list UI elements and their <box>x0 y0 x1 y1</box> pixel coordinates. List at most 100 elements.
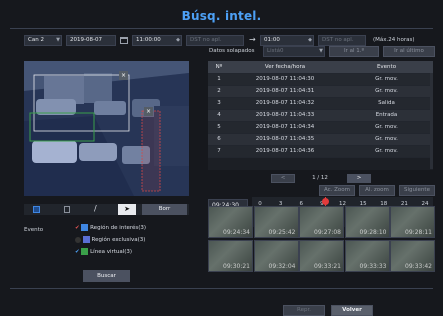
row-event: Entrada <box>340 109 433 122</box>
thumbnail[interactable]: 09:27:08 <box>299 206 344 238</box>
overlap-value: Listá0 <box>267 48 284 54</box>
spinner-icon: ◆ <box>308 37 312 43</box>
end-time-value: 01:00 <box>264 37 280 43</box>
goto-last-button[interactable]: Ir al último <box>383 46 435 57</box>
next-button[interactable]: Siguiente <box>399 185 435 196</box>
table-header-row: Nº Ver fecha/hora Evento <box>208 61 433 74</box>
title-divider <box>10 28 433 29</box>
page-indicator: 1 / 12 <box>312 175 328 181</box>
prev-page-button[interactable]: < <box>271 174 295 183</box>
results-table: Nº Ver fecha/hora Evento 1 2019-08-07 11:… <box>208 61 433 170</box>
row-number: 4 <box>208 109 230 122</box>
row-event: Gr. mov. <box>340 121 433 134</box>
col-datetime: Ver fecha/hora <box>230 61 340 74</box>
drawing-toolbar: / ➤ Borr <box>24 204 189 215</box>
zoom-out-button[interactable]: Al. zoom <box>359 185 395 196</box>
thumbnail[interactable]: 09:24:34 <box>208 206 253 238</box>
search-button[interactable]: Buscar <box>83 270 130 282</box>
thumbnail[interactable]: 09:28:10 <box>344 206 390 238</box>
play-button[interactable]: Repr. <box>283 305 325 316</box>
camera-select[interactable]: Can 2 ▼ <box>24 35 62 46</box>
thumbnail[interactable]: 09:28:11 <box>390 206 435 238</box>
thumbnail[interactable]: 09:33:21 <box>299 240 344 272</box>
event-list: ✔ Región de interés(3) Región exclusiva(… <box>75 224 146 260</box>
camera-preview[interactable]: × × <box>24 61 189 196</box>
row-datetime: 2019-08-07 11:04:30 <box>230 73 340 86</box>
row-event: Gr. mov. <box>340 73 433 86</box>
dst-end-field: DST no apl. <box>318 35 366 46</box>
row-number: 7 <box>208 145 230 158</box>
dst-start-field: DST no apl. <box>186 35 244 46</box>
thumbnail-time: 09:28:11 <box>405 229 432 236</box>
back-button[interactable]: Volver <box>331 305 373 316</box>
camera-scene <box>24 61 189 196</box>
thumbnail[interactable]: 09:25:42 <box>253 206 299 238</box>
pointer-tool-icon[interactable]: ➤ <box>118 204 136 215</box>
spinner-icon: ◆ <box>176 37 180 43</box>
row-event: Salida <box>340 97 433 110</box>
thumbnail-time: 09:24:34 <box>223 229 250 236</box>
row-number: 5 <box>208 121 230 134</box>
start-time-field[interactable]: 11:00:00 ◆ <box>132 35 182 46</box>
thumbnail[interactable]: 09:33:42 <box>390 240 435 272</box>
table-row[interactable]: 7 2019-08-07 11:04:36 Gr. mov. <box>208 145 433 158</box>
row-event: Gr. mov. <box>340 145 433 158</box>
calendar-icon[interactable] <box>120 37 128 44</box>
check-icon[interactable]: ✔ <box>75 249 80 255</box>
legend-swatch <box>81 248 89 255</box>
thumbnail-time: 09:25:42 <box>268 229 296 236</box>
thumbnail-time: 09:32:04 <box>268 263 296 270</box>
event-item-exclusion[interactable]: Región exclusiva(3) <box>75 236 146 248</box>
goto-first-button[interactable]: Ir al 1.º <box>329 46 379 57</box>
event-item-label: Línea virtual(3) <box>90 249 133 255</box>
table-row[interactable]: 1 2019-08-07 11:04:30 Gr. mov. <box>208 73 433 86</box>
event-item-roi[interactable]: ✔ Región de interés(3) <box>75 224 146 236</box>
table-row[interactable]: 5 2019-08-07 11:04:34 Gr. mov. <box>208 121 433 134</box>
close-icon[interactable]: × <box>119 71 128 80</box>
event-item-virtual-line[interactable]: ✔ Línea virtual(3) <box>75 248 146 260</box>
legend-swatch <box>82 236 90 243</box>
start-date-field[interactable]: 2019-08-07 <box>66 35 116 46</box>
thumbnail-time: 09:27:08 <box>314 229 341 236</box>
exclusion-tool-icon[interactable] <box>64 206 70 213</box>
camera-value: Can 2 <box>28 37 44 43</box>
row-datetime: 2019-08-07 11:04:33 <box>230 109 340 122</box>
check-icon[interactable]: ✔ <box>75 225 80 231</box>
thumbnail-time: 09:33:33 <box>359 263 387 270</box>
row-datetime: 2019-08-07 11:04:36 <box>230 145 340 158</box>
row-number: 6 <box>208 133 230 146</box>
page-title: Búsq. intel. <box>181 9 262 23</box>
event-label: Evento <box>24 227 44 233</box>
event-item-label: Región de interés(3) <box>90 225 147 231</box>
start-time-value: 11:00:00 <box>136 37 161 43</box>
row-number: 2 <box>208 85 230 98</box>
thumbnail[interactable]: 09:30:21 <box>208 240 253 272</box>
overlap-label: Datos solapados <box>209 48 255 54</box>
overlap-select[interactable]: Listá0 ▼ <box>263 46 325 57</box>
footer-divider <box>10 288 433 289</box>
thumbnail[interactable]: 09:32:04 <box>253 240 299 272</box>
table-row[interactable]: 3 2019-08-07 11:04:32 Salida <box>208 97 433 110</box>
end-time-field[interactable]: 01:00 ◆ <box>260 35 314 46</box>
thumbnail[interactable]: 09:33:33 <box>344 240 390 272</box>
roi-tool-icon[interactable] <box>33 206 40 213</box>
row-event: Gr. mov. <box>340 85 433 98</box>
table-row[interactable]: 6 2019-08-07 11:04:35 Gr. mov. <box>208 133 433 146</box>
table-row[interactable]: 4 2019-08-07 11:04:33 Entrada <box>208 109 433 122</box>
row-datetime: 2019-08-07 11:04:31 <box>230 85 340 98</box>
table-scrollbar[interactable] <box>430 73 433 169</box>
col-event: Evento <box>340 61 433 74</box>
line-tool-icon[interactable]: / <box>94 204 97 213</box>
max-hours-note: (Máx.24 horas) <box>373 37 415 43</box>
close-icon[interactable]: × <box>144 107 153 116</box>
thumbnail-time: 09:28:10 <box>359 229 387 236</box>
row-datetime: 2019-08-07 11:04:34 <box>230 121 340 134</box>
range-arrow-icon: → <box>249 35 256 44</box>
legend-swatch <box>81 224 89 231</box>
table-row[interactable]: 2 2019-08-07 11:04:31 Gr. mov. <box>208 85 433 98</box>
unchecked-icon[interactable] <box>75 236 81 243</box>
next-page-button[interactable]: > <box>347 174 371 183</box>
delete-button[interactable]: Borr <box>142 204 187 215</box>
zoom-in-button[interactable]: Ac. Zoom <box>319 185 355 196</box>
col-number: Nº <box>208 61 230 74</box>
